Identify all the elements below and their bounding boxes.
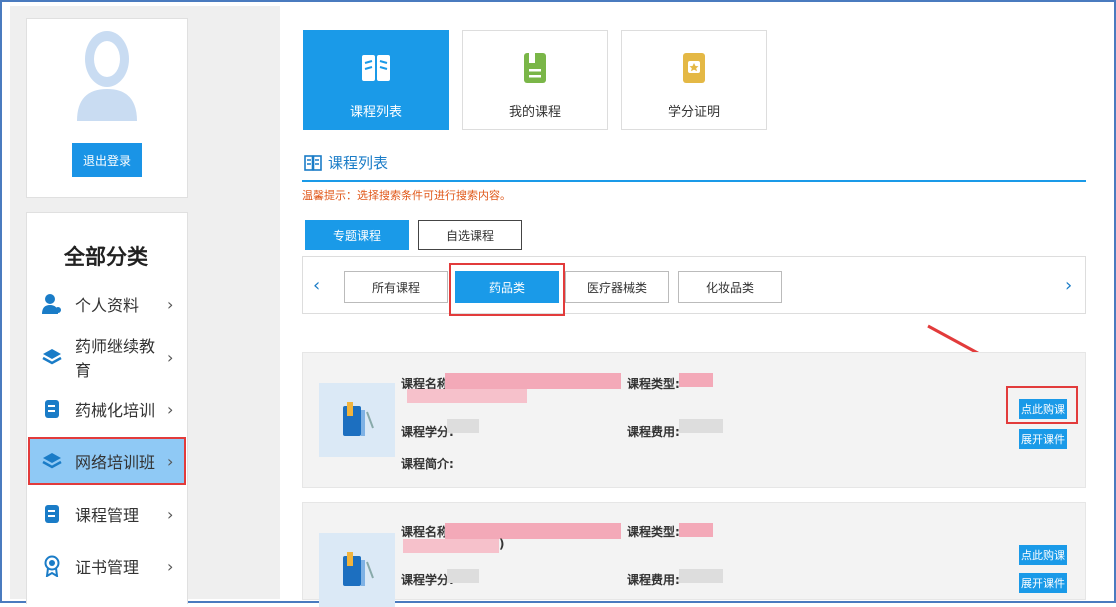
tile-my-courses[interactable]: 我的课程 (462, 30, 608, 130)
sidebar-item-label: 药师继续教育 (75, 337, 156, 380)
sidebar-item-device-training[interactable]: 药械化培训 › (29, 386, 185, 432)
chevron-right-icon: › (167, 347, 174, 367)
book-icon (362, 55, 390, 81)
chevron-right-icon: › (167, 294, 174, 314)
course-thumbnail (319, 383, 395, 457)
sidebar-item-label: 药械化培训 (75, 401, 156, 420)
book-icon (304, 154, 322, 171)
highlight-box (1006, 386, 1078, 424)
tile-label: 我的课程 (508, 105, 561, 120)
document-icon (41, 503, 63, 525)
sidebar-item-label: 个人资料 (75, 296, 140, 315)
expand-courseware-button[interactable]: 展开课件 (1019, 429, 1067, 449)
blurred-course-credit (447, 419, 479, 433)
course-icon (343, 552, 374, 586)
certificate-icon (41, 555, 63, 577)
course-type-label: 课程类型: (627, 525, 680, 539)
credit-certificate-icon (683, 53, 705, 83)
course-fee-label: 课程费用: (627, 425, 680, 439)
section-title-text: 课程列表 (328, 154, 389, 172)
course-type-elective-button[interactable]: 自选课程 (418, 220, 522, 250)
chevron-right-icon: › (167, 556, 174, 576)
notebook-icon (524, 53, 546, 83)
course-icon (343, 402, 374, 436)
blurred-course-fee (679, 419, 723, 433)
chevron-right-icon: › (167, 399, 174, 419)
category-title: 全部分类 (64, 245, 148, 269)
tile-course-list[interactable]: 课程列表 (303, 30, 449, 130)
chevron-right-icon: › (167, 504, 174, 524)
user-icon (41, 293, 63, 315)
blurred-course-type (679, 523, 713, 537)
sidebar-item-pharmacist-education[interactable]: 药师继续教育 › (29, 334, 185, 380)
filter-cosmetics[interactable]: 化妆品类 (678, 271, 782, 303)
highlight-box (449, 263, 565, 316)
search-tip: 温馨提示：选择搜索条件可进行搜索内容。 (302, 189, 511, 202)
category-filter-bar: ‹ 所有课程 药品类 医疗器械类 化妆品类 › (302, 256, 1086, 314)
blurred-course-type (679, 373, 713, 387)
sidebar-item-label: 证书管理 (75, 558, 140, 577)
course-type-label: 课程类型: (627, 377, 680, 391)
course-card: 课程名称: 课程类型: 课程学分: 课程费用: 课程简介: 点此购课 展开课件 (302, 352, 1086, 488)
sidebar-item-certificate-management[interactable]: 证书管理 › (29, 543, 185, 589)
document-icon (41, 398, 63, 420)
buy-course-button[interactable]: 点此购课 (1019, 545, 1067, 565)
chevron-right-icon: › (167, 451, 174, 471)
filter-medical-devices[interactable]: 医疗器械类 (565, 271, 669, 303)
course-intro-label: 课程简介: (401, 457, 454, 471)
course-thumbnail (319, 533, 395, 607)
section-title: 课程列表 (304, 152, 388, 173)
sidebar-item-profile[interactable]: 个人资料 › (29, 281, 185, 327)
category-panel: 全部分类 个人资料 › 药师继续教育 › 药械化培训 › 网络培训班 › 课程管… (26, 212, 188, 604)
chevron-right-icon[interactable]: › (1065, 275, 1072, 296)
tile-credit-proof[interactable]: 学分证明 (621, 30, 767, 130)
tile-label: 课程列表 (349, 105, 402, 120)
divider (302, 180, 1086, 182)
course-credit-label: 课程学分: (401, 425, 454, 439)
course-name-suffix: ) (499, 537, 505, 551)
blurred-course-name (445, 373, 621, 389)
layers-icon (41, 346, 63, 368)
sidebar-item-course-management[interactable]: 课程管理 › (29, 491, 185, 537)
sidebar-item-online-training[interactable]: 网络培训班 › (28, 437, 186, 485)
profile-card: 退出登录 (26, 18, 188, 198)
expand-courseware-button[interactable]: 展开课件 (1019, 573, 1067, 593)
course-credit-label: 课程学分: (401, 573, 454, 587)
course-fee-label: 课程费用: (627, 573, 680, 587)
layers-icon (41, 450, 63, 472)
avatar (77, 31, 137, 121)
blurred-course-name (407, 389, 527, 403)
course-card: 课程名称: ) 课程类型: 课程学分: 课程费用: 点此购课 展开课件 (302, 502, 1086, 607)
sidebar-item-label: 课程管理 (75, 506, 140, 525)
tile-label: 学分证明 (667, 105, 720, 120)
logout-button[interactable]: 退出登录 (72, 143, 142, 177)
chevron-left-icon[interactable]: ‹ (313, 275, 320, 296)
blurred-course-credit (447, 569, 479, 583)
blurred-course-name (445, 523, 621, 539)
course-type-topic-button[interactable]: 专题课程 (305, 220, 409, 250)
blurred-course-name (403, 539, 499, 553)
filter-all-courses[interactable]: 所有课程 (344, 271, 448, 303)
blurred-course-fee (679, 569, 723, 583)
sidebar-item-label: 网络培训班 (75, 453, 156, 472)
